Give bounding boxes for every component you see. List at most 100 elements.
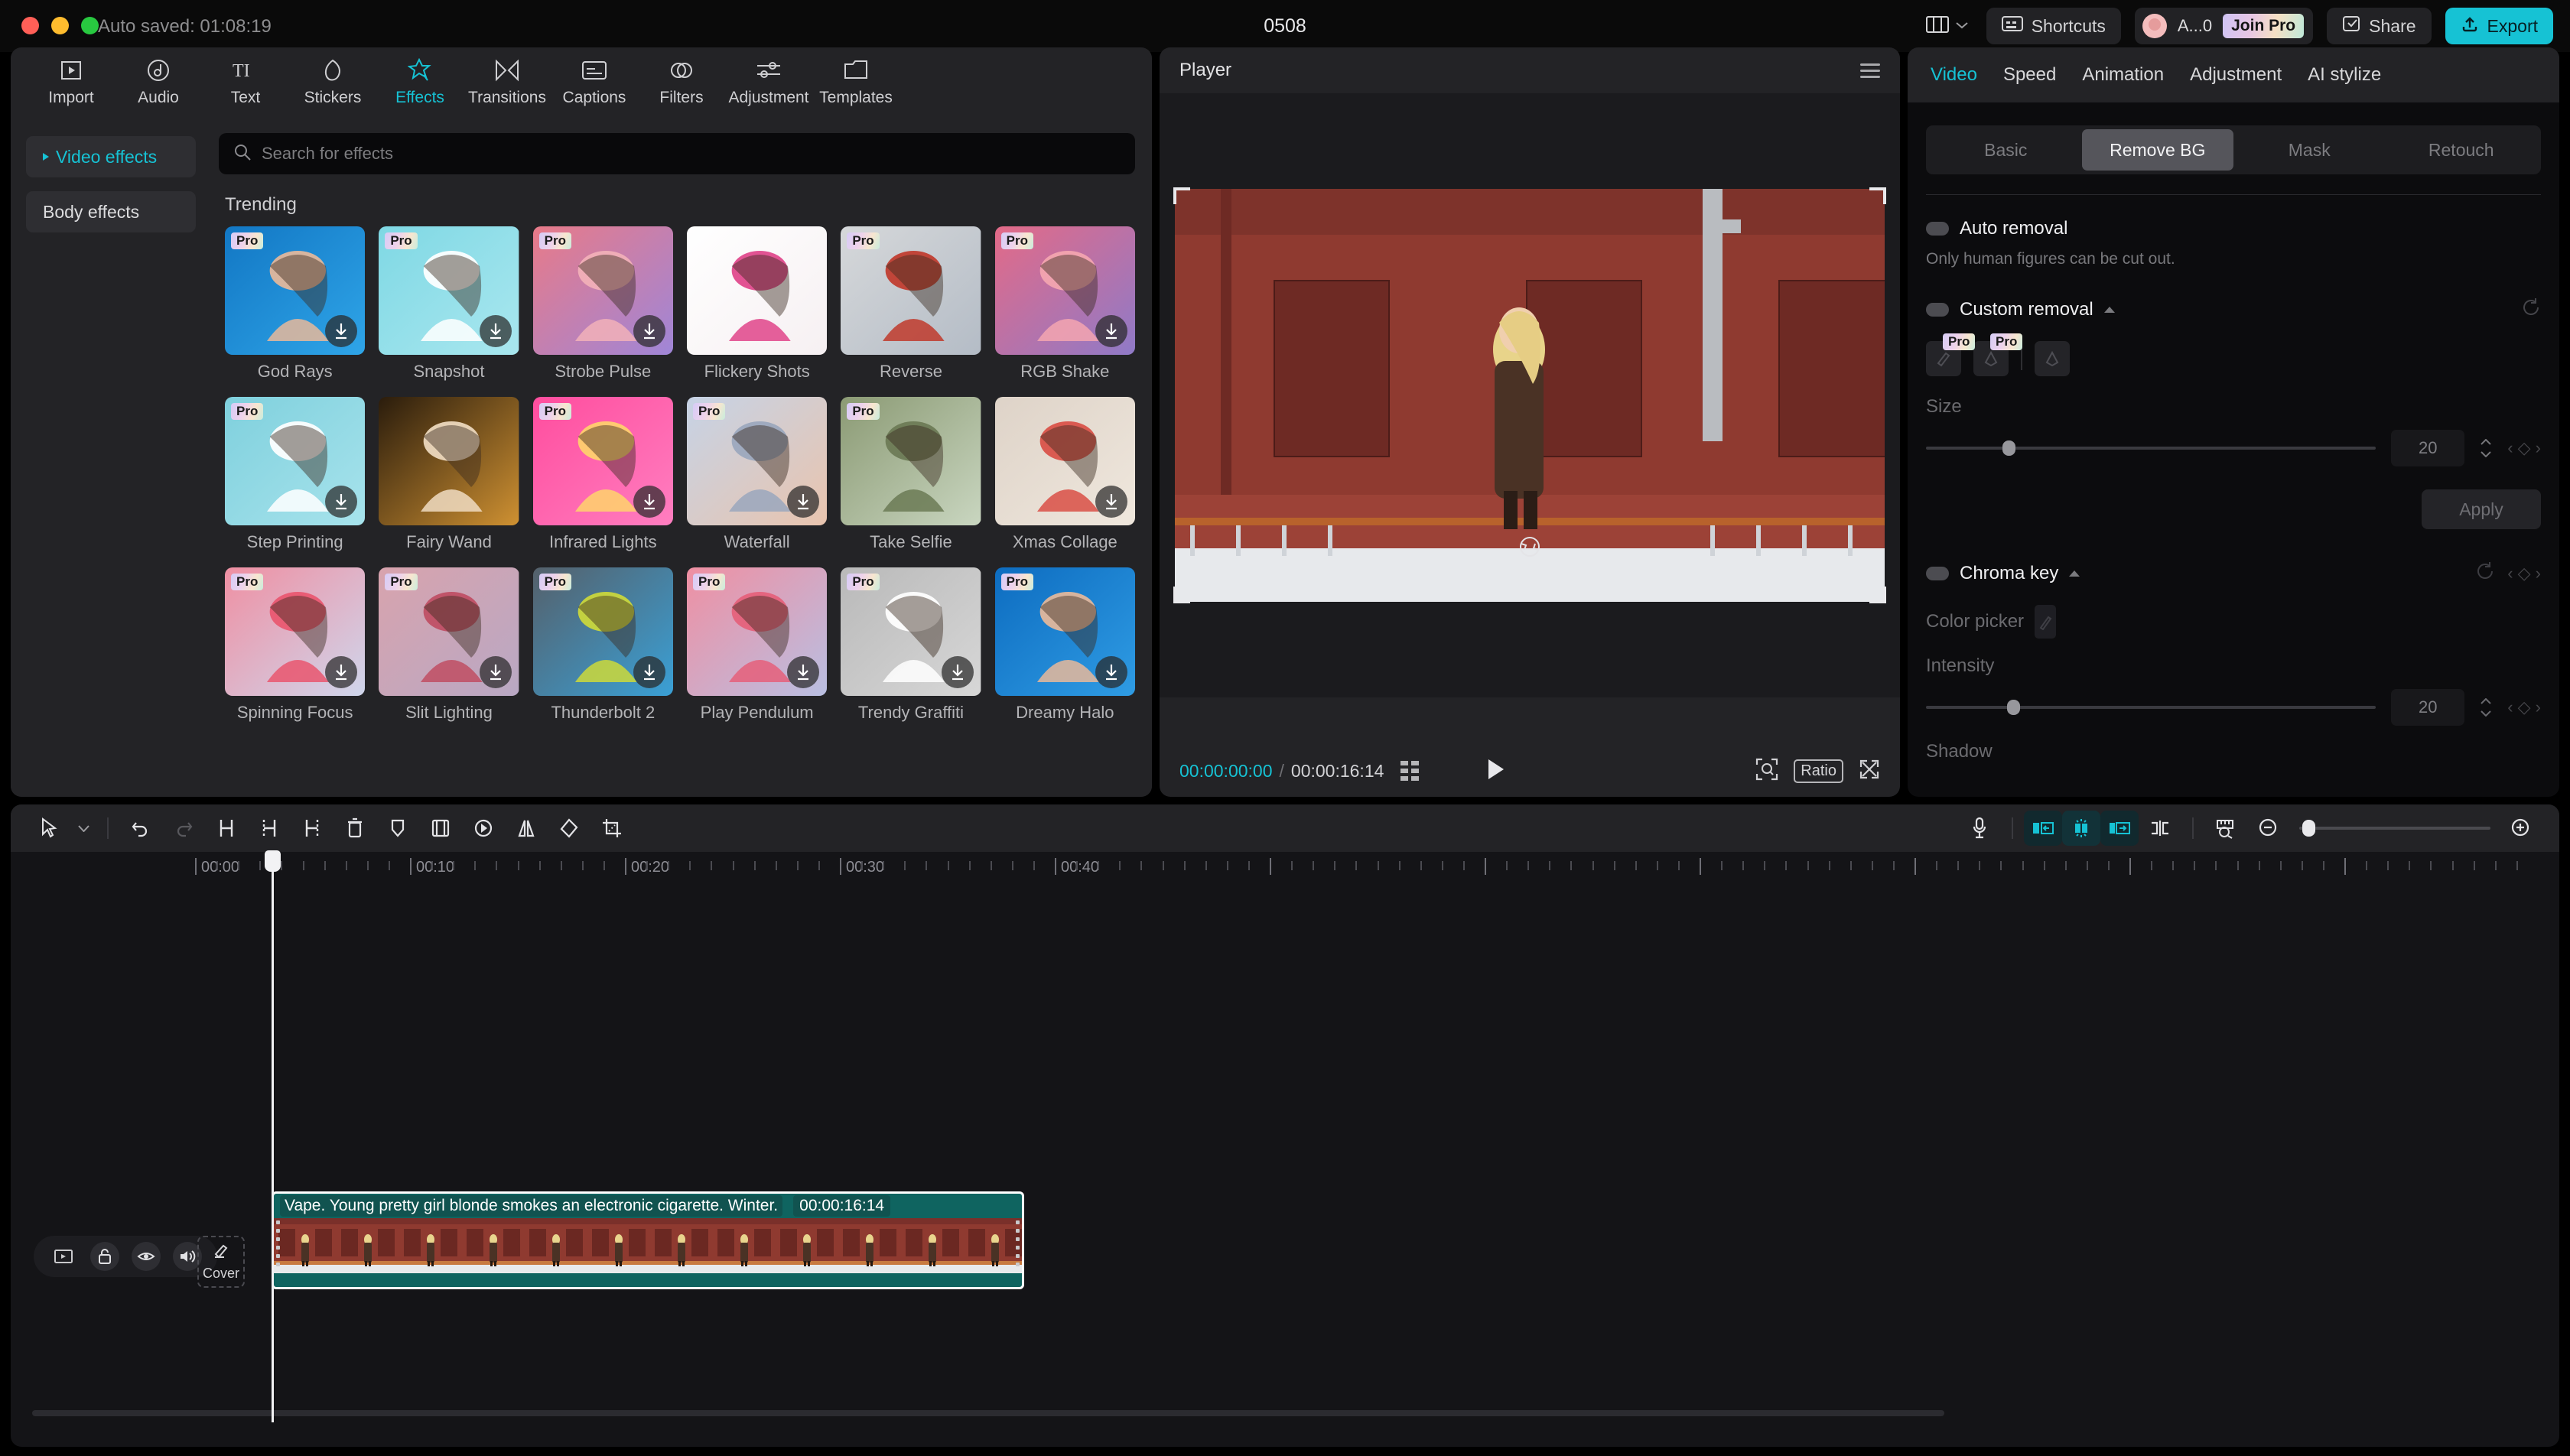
snap-left-icon[interactable] (2024, 811, 2062, 846)
mode-tab-adjustment[interactable]: Adjustment (725, 47, 812, 107)
subtab-remove-bg[interactable]: Remove BG (2081, 129, 2233, 171)
track-video-icon[interactable] (49, 1242, 78, 1271)
export-button[interactable]: Export (2445, 8, 2553, 44)
effect-thumbnail[interactable]: Pro (841, 567, 981, 696)
split-icon[interactable] (205, 811, 248, 846)
effect-card[interactable]: Pro Dreamy Halo (994, 567, 1135, 723)
zoom-in-icon[interactable] (2500, 811, 2542, 846)
resize-handle-right-top[interactable] (1883, 187, 1886, 204)
brush-erase-icon[interactable]: Pro (1973, 333, 2023, 376)
download-icon[interactable] (633, 315, 665, 347)
effect-card[interactable]: Pro Reverse (841, 226, 981, 382)
download-icon[interactable] (633, 656, 665, 688)
effect-card[interactable]: Pro Slit Lighting (379, 567, 519, 723)
playhead[interactable] (265, 850, 281, 1422)
zoom-fit-icon[interactable] (1755, 758, 1778, 785)
effect-card[interactable]: Pro RGB Shake (994, 226, 1135, 382)
mode-tab-text[interactable]: TI Text (202, 47, 289, 107)
layout-switcher[interactable] (1921, 15, 1973, 38)
intensity-keyframe-controls[interactable]: ‹ ◇ › (2507, 697, 2541, 717)
shortcuts-button[interactable]: Shortcuts (1986, 8, 2121, 44)
mode-tab-transitions[interactable]: Transitions (464, 47, 551, 107)
size-slider[interactable] (1926, 440, 2376, 456)
effect-thumbnail[interactable]: Pro (225, 226, 366, 355)
reset-icon[interactable] (2475, 561, 2495, 585)
trim-end-icon[interactable] (291, 811, 333, 846)
trim-start-icon[interactable] (248, 811, 291, 846)
resize-handle-left-top[interactable] (1173, 187, 1176, 204)
mode-tab-captions[interactable]: Captions (551, 47, 638, 107)
effect-thumbnail[interactable]: Pro (686, 397, 828, 525)
subtab-retouch[interactable]: Retouch (2386, 129, 2538, 171)
intensity-stepper[interactable] (2480, 698, 2492, 717)
effect-card[interactable]: Pro Waterfall (686, 397, 828, 552)
select-tool-dropdown-icon[interactable] (70, 811, 96, 846)
chroma-key-toggle[interactable] (1926, 566, 1949, 580)
clip-trim-handle-right[interactable] (1016, 1220, 1020, 1266)
download-icon[interactable] (479, 656, 512, 688)
mode-tab-filters[interactable]: Filters (638, 47, 725, 107)
auto-snap-icon[interactable] (2062, 811, 2100, 846)
ratio-button[interactable]: Ratio (1794, 759, 1843, 783)
effect-card[interactable]: Pro Take Selfie (841, 397, 981, 552)
zoom-out-icon[interactable] (2247, 811, 2290, 846)
brush-keep-icon[interactable]: Pro (1926, 333, 1976, 376)
marker-icon[interactable] (376, 811, 419, 846)
tab-ai-stylize[interactable]: AI stylize (2308, 64, 2401, 86)
effect-thumbnail[interactable] (379, 397, 519, 525)
mode-tab-stickers[interactable]: Stickers (289, 47, 376, 107)
crop-icon[interactable] (590, 811, 633, 846)
microphone-icon[interactable] (1958, 811, 2001, 846)
search-input[interactable] (262, 144, 1059, 164)
cover-button[interactable]: Cover (197, 1236, 245, 1288)
effect-card[interactable]: Xmas Collage (994, 397, 1135, 552)
resize-handle-right-bottom[interactable] (1883, 587, 1886, 603)
rotate-shape-icon[interactable] (548, 811, 590, 846)
effect-card[interactable]: Pro Play Pendulum (686, 567, 828, 723)
tab-speed[interactable]: Speed (2003, 64, 2076, 86)
size-value[interactable]: 20 (2391, 430, 2465, 466)
effect-thumbnail[interactable]: Pro (225, 567, 366, 696)
effect-thumbnail[interactable]: Pro (841, 226, 981, 355)
intensity-slider-thumb[interactable] (2006, 700, 2020, 715)
playhead-handle[interactable] (265, 850, 281, 872)
custom-removal-row[interactable]: Custom removal (1926, 297, 2541, 321)
reset-icon[interactable] (2521, 297, 2541, 321)
intensity-slider[interactable] (1926, 700, 2376, 715)
subtab-basic[interactable]: Basic (1930, 129, 2082, 171)
hamburger-menu-icon[interactable] (1860, 63, 1880, 78)
mode-tab-effects[interactable]: Effects (376, 47, 464, 107)
effect-thumbnail[interactable]: Pro (532, 397, 673, 525)
cursor-select-icon[interactable] (28, 811, 70, 846)
custom-removal-toggle[interactable] (1926, 302, 1949, 317)
eraser-icon[interactable] (2035, 341, 2070, 376)
redo-icon[interactable] (162, 811, 205, 846)
snap-right-icon[interactable] (2100, 811, 2139, 846)
size-keyframe-controls[interactable]: ‹ ◇ › (2507, 438, 2541, 458)
delete-icon[interactable] (333, 811, 376, 846)
undo-icon[interactable] (119, 811, 162, 846)
effect-thumbnail[interactable]: Pro (994, 567, 1135, 696)
effect-thumbnail[interactable]: Pro (686, 567, 828, 696)
mode-tab-audio[interactable]: Audio (115, 47, 202, 107)
mode-tab-templates[interactable]: Templates (812, 47, 899, 107)
download-icon[interactable] (941, 656, 974, 688)
size-slider-thumb[interactable] (2002, 440, 2015, 456)
effect-thumbnail[interactable]: Pro (532, 567, 673, 696)
effect-thumbnail[interactable] (686, 226, 828, 355)
download-icon[interactable] (1095, 315, 1127, 347)
effects-category-video-effects[interactable]: Video effects (26, 136, 196, 177)
avatar[interactable] (2142, 14, 2167, 38)
effect-thumbnail[interactable]: Pro (225, 397, 366, 525)
mode-tab-import[interactable]: Import (28, 47, 115, 107)
size-stepper[interactable] (2480, 439, 2492, 457)
effect-card[interactable]: Pro Trendy Graffiti (841, 567, 981, 723)
apply-button[interactable]: Apply (2422, 489, 2541, 529)
triangle-up-icon[interactable] (2103, 306, 2115, 313)
search-effects-box[interactable] (219, 133, 1135, 174)
effect-thumbnail[interactable] (994, 397, 1135, 525)
effect-card[interactable]: Fairy Wand (379, 397, 519, 552)
eye-icon[interactable] (132, 1242, 161, 1271)
effects-category-body-effects[interactable]: Body effects (26, 191, 196, 232)
crop-frame-icon[interactable] (419, 811, 462, 846)
